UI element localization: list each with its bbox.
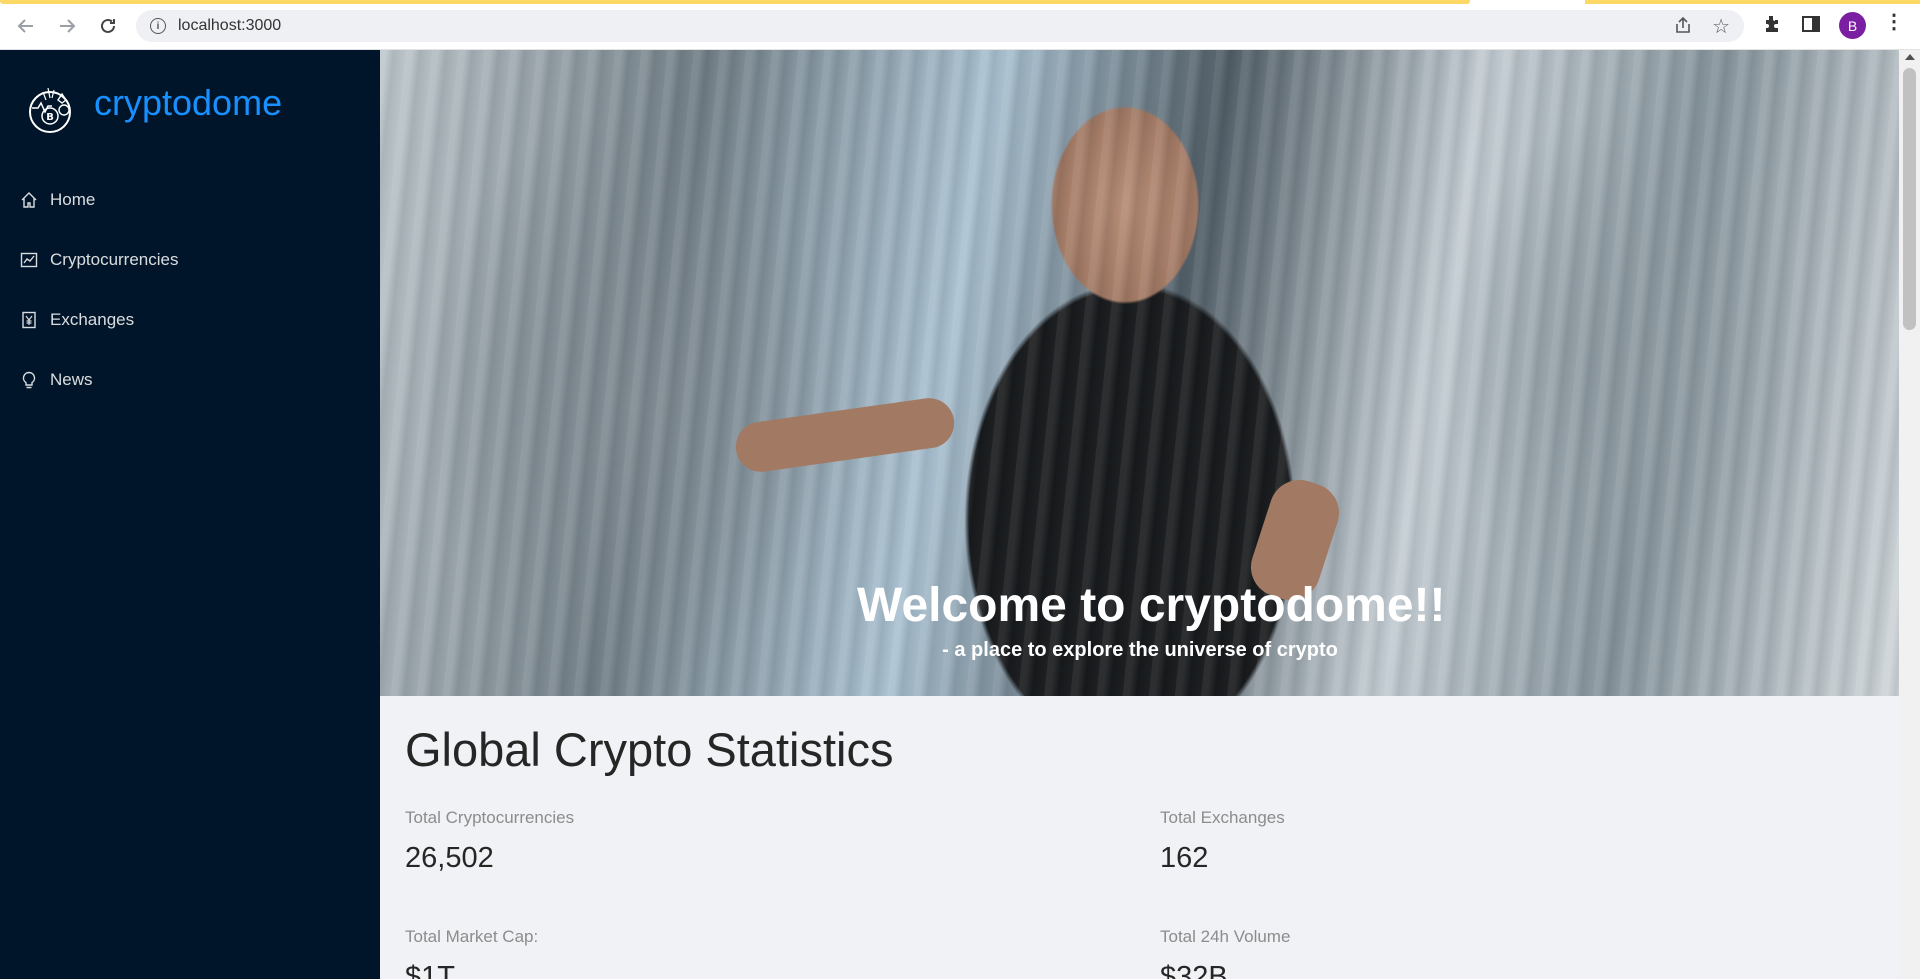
stat-label-total-24h-volume: Total 24h Volume xyxy=(1160,927,1291,946)
sidebar: B cryptodome Home Cryptocurrencies Excha… xyxy=(0,50,380,979)
address-bar[interactable]: i localhost:3000 ☆ xyxy=(136,10,1744,42)
scroll-up-icon[interactable] xyxy=(1905,54,1915,60)
fund-icon xyxy=(20,251,38,269)
money-collect-icon xyxy=(20,311,38,329)
profile-avatar[interactable]: B xyxy=(1839,12,1866,39)
stat-value-total-24h-volume: $32B xyxy=(1160,961,1228,979)
browser-menu-icon[interactable]: ⋮ xyxy=(1884,12,1904,32)
hero-caption: Welcome to cryptodome!! - a place to exp… xyxy=(857,578,1446,662)
stat-value-total-exchanges: 162 xyxy=(1160,842,1209,874)
site-info-icon[interactable]: i xyxy=(150,18,166,34)
sidebar-item-label: Exchanges xyxy=(50,310,135,329)
scrollbar-thumb[interactable] xyxy=(1903,68,1916,330)
browser-toolbar: i localhost:3000 ☆ B ⋮ xyxy=(0,0,1920,50)
hero-video[interactable]: Welcome to cryptodome!! - a place to exp… xyxy=(380,50,1899,696)
bookmark-star-icon[interactable]: ☆ xyxy=(1712,14,1730,39)
loading-bar xyxy=(0,0,1470,4)
share-icon[interactable] xyxy=(1674,16,1692,39)
reload-icon[interactable] xyxy=(94,12,122,40)
sidebar-item-label: Home xyxy=(50,190,96,209)
main-content: Welcome to cryptodome!! - a place to exp… xyxy=(380,50,1899,979)
sidebar-item-exchanges[interactable]: Exchanges xyxy=(0,300,380,340)
bulb-icon xyxy=(20,371,38,389)
url-text: localhost:3000 xyxy=(178,17,282,34)
stat-value-total-cryptocurrencies: 26,502 xyxy=(405,842,494,874)
brand-title[interactable]: cryptodome xyxy=(94,82,282,124)
stat-label-total-cryptocurrencies: Total Cryptocurrencies xyxy=(405,808,575,827)
logo-icon[interactable]: B xyxy=(24,82,76,134)
stat-label-total-exchanges: Total Exchanges xyxy=(1160,808,1285,827)
back-icon[interactable] xyxy=(12,12,40,40)
svg-text:B: B xyxy=(46,112,54,123)
extensions-icon[interactable] xyxy=(1762,14,1782,39)
sidebar-item-label: News xyxy=(50,370,93,389)
forward-icon[interactable] xyxy=(53,12,81,40)
home-icon xyxy=(20,191,38,209)
hero-subtitle: - a place to explore the universe of cry… xyxy=(942,639,1338,661)
page-scrollbar[interactable] xyxy=(1899,50,1920,979)
stat-value-total-market-cap: $1T xyxy=(405,961,455,979)
sidebar-item-cryptocurrencies[interactable]: Cryptocurrencies xyxy=(0,240,380,280)
loading-bar-secondary xyxy=(1585,0,1920,4)
sidebar-item-home[interactable]: Home xyxy=(0,180,380,220)
sidebar-item-label: Cryptocurrencies xyxy=(50,250,179,269)
side-panel-icon[interactable] xyxy=(1801,14,1821,39)
sidebar-item-news[interactable]: News xyxy=(0,360,380,400)
hero-title: Welcome to cryptodome!! xyxy=(857,579,1446,632)
stat-label-total-market-cap: Total Market Cap: xyxy=(405,927,539,946)
page-title: Global Crypto Statistics xyxy=(405,723,894,776)
